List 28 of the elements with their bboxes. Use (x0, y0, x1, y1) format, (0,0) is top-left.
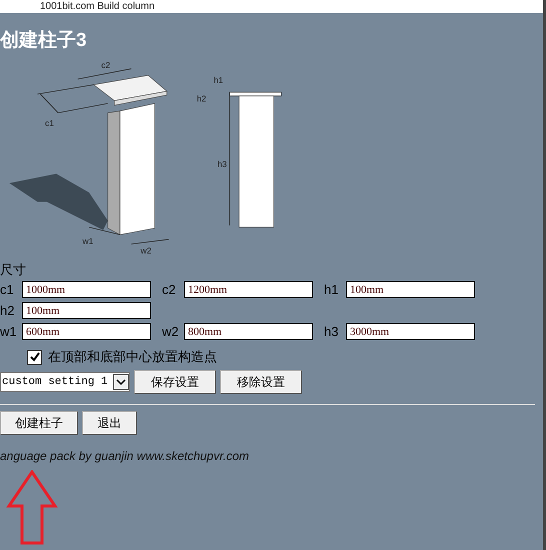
column-diagram-drawing: c1 c2 w1 w2 h1 h2 h3 (0, 55, 300, 255)
field-label: w1 (0, 324, 18, 339)
action-button[interactable]: 创建柱子 (0, 411, 78, 435)
dimension-field[interactable]: 800mm (184, 323, 313, 340)
field-label: w2 (162, 324, 180, 339)
dimension-field[interactable]: 100mm (22, 302, 151, 319)
field-label: c2 (162, 282, 177, 297)
chevron-down-icon (113, 374, 129, 390)
section-label: 尺寸 (0, 261, 27, 279)
checkbox-label: 在顶部和底部中心放置构造点 (48, 348, 217, 366)
field-label: h3 (324, 324, 340, 339)
field-label: h2 (0, 303, 16, 318)
dimension-field[interactable]: 600mm (22, 323, 151, 340)
credit-text: anguage pack by guanjin www.sketchupvr.com (0, 449, 250, 463)
dimension-field[interactable]: 1200mm (184, 281, 313, 298)
action-button[interactable]: 退出 (82, 411, 137, 435)
dimension-field[interactable]: 1000mm (22, 281, 151, 298)
window-title: 1001bit.com Build column (40, 0, 155, 12)
arrow-annotation-icon (6, 470, 58, 546)
field-label: c1 (0, 282, 15, 297)
checkmark-icon (30, 352, 40, 362)
field-label: h1 (324, 282, 340, 297)
preset-button[interactable]: 保存设置 (134, 370, 216, 394)
checkbox[interactable] (27, 350, 42, 364)
dimension-field[interactable]: 3000mm (346, 323, 475, 340)
preset-button[interactable]: 移除设置 (220, 370, 302, 394)
dimension-field[interactable]: 100mm (346, 281, 475, 298)
preset-dropdown[interactable]: custom setting 1 (0, 372, 130, 392)
